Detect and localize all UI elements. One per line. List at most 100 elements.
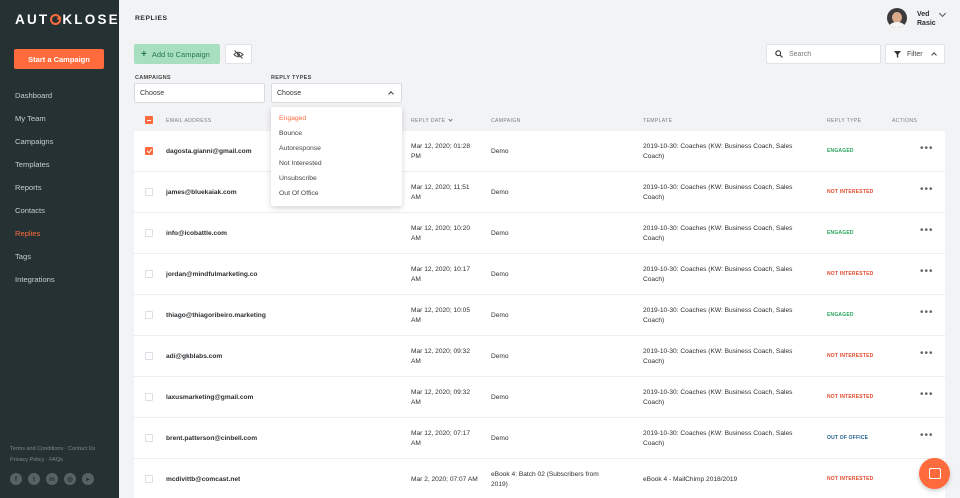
- row-reply-date-line2: PM: [411, 152, 421, 160]
- reply-type-option-not-interested[interactable]: Not Interested: [271, 158, 402, 173]
- row-actions-more-icon[interactable]: •••: [920, 389, 934, 400]
- row-template-line1: 2019-10-30: Coaches (KW: Business Coach,…: [643, 307, 793, 314]
- row-actions-more-icon[interactable]: •••: [920, 266, 934, 277]
- row-email: adi@gkblabs.com: [166, 353, 223, 360]
- row-reply-date: Mar 12, 2020; 01:28 PM: [411, 142, 470, 161]
- row-template-line1: 2019-10-30: Coaches (KW: Business Coach,…: [643, 266, 793, 273]
- chevron-up-icon: [930, 52, 937, 58]
- reply-types-select[interactable]: Choose: [271, 83, 402, 103]
- row-template-line2: Coach): [643, 193, 665, 201]
- header-reply-date[interactable]: REPLY DATE: [411, 117, 453, 127]
- table-row[interactable]: dagosta.gianni@gmail.com Mar 12, 2020; 01…: [134, 131, 945, 172]
- reply-type-badge: NOT INTERESTED: [827, 353, 874, 359]
- row-campaign: Demo: [491, 434, 621, 444]
- row-checkbox[interactable]: [145, 147, 153, 155]
- row-campaign-line1: Demo: [491, 435, 509, 442]
- row-checkbox[interactable]: [145, 352, 153, 360]
- campaigns-select[interactable]: Choose: [134, 83, 265, 103]
- row-template: 2019-10-30: Coaches (KW: Business Coach,…: [643, 347, 813, 366]
- row-actions-more-icon[interactable]: •••: [920, 348, 934, 359]
- table-row[interactable]: brent.patterson@cinbell.com Mar 12, 2020;…: [134, 418, 945, 459]
- sidebar-item-dashboard[interactable]: Dashboard: [0, 87, 119, 110]
- header-reply-date-label: REPLY DATE: [411, 118, 446, 124]
- row-reply-date: Mar 2, 2020; 07:07 AM: [411, 475, 478, 485]
- reply-type-option-out-of-office[interactable]: Out Of Office: [271, 188, 402, 203]
- filter-button[interactable]: Filter: [885, 44, 945, 64]
- table-header: EMAIL ADDRESS REPLY DATE CAMPAIGN TEMPLA…: [134, 108, 945, 131]
- instagram-icon[interactable]: ◎: [64, 473, 76, 485]
- chat-widget-button[interactable]: [919, 458, 950, 489]
- footer-links-privacy-faq[interactable]: Privacy Policy · FAQs: [10, 455, 95, 466]
- row-actions-more-icon[interactable]: •••: [920, 307, 934, 318]
- select-all-checkbox[interactable]: [145, 116, 153, 124]
- row-campaign: Demo: [491, 188, 621, 198]
- row-checkbox[interactable]: [145, 188, 153, 196]
- sidebar-item-my-team[interactable]: My Team: [0, 110, 119, 133]
- table-row[interactable]: adi@gkblabs.com Mar 12, 2020; 09:32 AM Demo…: [134, 336, 945, 377]
- row-checkbox[interactable]: [145, 311, 153, 319]
- table-row[interactable]: jordan@mindfulmarketing.co Mar 12, 2020; …: [134, 254, 945, 295]
- avatar[interactable]: [887, 8, 907, 28]
- logo-text-start: AUT: [15, 12, 50, 27]
- user-first-name: Ved: [917, 11, 930, 18]
- reply-type-option-unsubscribe[interactable]: Unsubscribe: [271, 173, 402, 188]
- row-campaign: eBook 4: Batch 02 (Subscribers from 2019): [491, 470, 621, 489]
- start-campaign-button[interactable]: Start a Campaign: [14, 49, 104, 69]
- sidebar-item-campaigns[interactable]: Campaigns: [0, 133, 119, 156]
- header-template[interactable]: TEMPLATE: [643, 117, 672, 127]
- sidebar-item-contacts[interactable]: Contacts: [0, 202, 119, 225]
- reply-type-option-bounce[interactable]: Bounce: [271, 128, 402, 143]
- header-reply-type[interactable]: REPLY TYPE: [827, 117, 861, 127]
- row-checkbox[interactable]: [145, 270, 153, 278]
- user-name[interactable]: Ved Rasic: [917, 10, 936, 28]
- row-actions-more-icon[interactable]: •••: [920, 225, 934, 236]
- sidebar-item-tags[interactable]: Tags: [0, 248, 119, 271]
- reply-type-badge: NOT INTERESTED: [827, 476, 874, 482]
- table-row[interactable]: james@bluekaiak.com Mar 12, 2020; 11:51 AM…: [134, 172, 945, 213]
- row-checkbox[interactable]: [145, 434, 153, 442]
- row-checkbox[interactable]: [145, 475, 153, 483]
- row-checkbox[interactable]: [145, 393, 153, 401]
- row-reply-date-line2: AM: [411, 234, 421, 242]
- sidebar-nav: Dashboard My Team Campaigns Templates Report…: [0, 87, 119, 294]
- reply-type-option-autoresponse[interactable]: Autoresponse: [271, 143, 402, 158]
- reply-type-badge: NOT INTERESTED: [827, 394, 874, 400]
- header-email[interactable]: EMAIL ADDRESS: [166, 117, 212, 127]
- row-email: james@bluekaiak.com: [166, 189, 237, 196]
- table-row[interactable]: thiago@thiagoribeiro.marketing Mar 12, 20…: [134, 295, 945, 336]
- sidebar-item-integrations[interactable]: Integrations: [0, 271, 119, 294]
- twitter-icon[interactable]: t: [28, 473, 40, 485]
- table-row[interactable]: info@icobattle.com Mar 12, 2020; 10:20 AM D…: [134, 213, 945, 254]
- row-reply-date-line2: AM: [411, 193, 421, 201]
- row-campaign: Demo: [491, 393, 621, 403]
- table-row[interactable]: mcdivittb@comcast.net Mar 2, 2020; 07:07 …: [134, 459, 945, 498]
- youtube-icon[interactable]: ▸: [82, 473, 94, 485]
- search-input[interactable]: [789, 50, 879, 58]
- sidebar-item-templates[interactable]: Templates: [0, 156, 119, 179]
- table-row[interactable]: laxusmarketing@gmail.com Mar 12, 2020; 09…: [134, 377, 945, 418]
- footer-links-terms-contact[interactable]: Terms and Conditions · Contact Us: [10, 444, 95, 455]
- row-campaign: Demo: [491, 270, 621, 280]
- autoklose-logo[interactable]: AUT KLOSE: [15, 12, 120, 27]
- user-menu-chevron-down-icon[interactable]: [938, 9, 947, 18]
- row-reply-date-line1: Mar 12, 2020; 10:20: [411, 225, 471, 232]
- row-actions-more-icon[interactable]: •••: [920, 430, 934, 441]
- row-template-line1: 2019-10-30: Coaches (KW: Business Coach,…: [643, 389, 793, 396]
- row-template-line2: Coach): [643, 357, 665, 365]
- search-box[interactable]: [766, 44, 881, 64]
- row-actions-more-icon[interactable]: •••: [920, 143, 934, 154]
- reply-type-option-engaged[interactable]: Engaged: [271, 113, 402, 128]
- row-actions-more-icon[interactable]: •••: [920, 184, 934, 195]
- sidebar-item-reports[interactable]: Reports: [0, 179, 119, 202]
- facebook-icon[interactable]: f: [10, 473, 22, 485]
- add-to-campaign-button[interactable]: + Add to Campaign: [134, 44, 220, 64]
- hide-toggle-button[interactable]: [225, 44, 252, 64]
- header-campaign[interactable]: CAMPAIGN: [491, 117, 521, 127]
- row-campaign-line1: Demo: [491, 230, 509, 237]
- sidebar-item-replies[interactable]: Replies: [0, 225, 119, 248]
- funnel-icon: [894, 50, 901, 58]
- row-checkbox[interactable]: [145, 229, 153, 237]
- row-reply-date-line1: Mar 12, 2020; 10:17: [411, 266, 471, 273]
- row-template: 2019-10-30: Coaches (KW: Business Coach,…: [643, 306, 813, 325]
- linkedin-icon[interactable]: in: [46, 473, 58, 485]
